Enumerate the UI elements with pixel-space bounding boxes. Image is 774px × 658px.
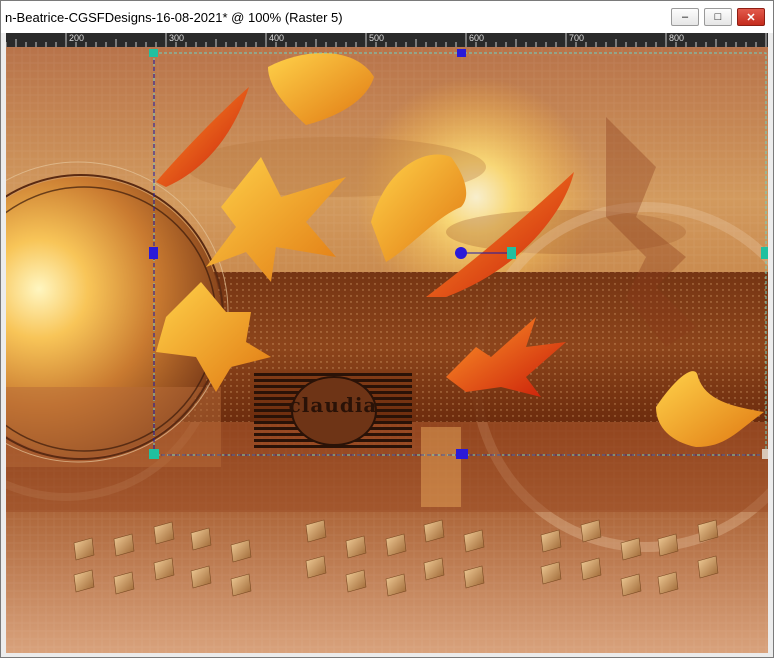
maximize-icon: □ — [714, 11, 722, 23]
ruler-ticks — [6, 33, 767, 47]
minimize-icon: – — [681, 11, 689, 23]
ruler-label: 200 — [69, 33, 85, 43]
window-title: n-Beatrice-CGSFDesigns-16-08-2021* @ 100… — [5, 10, 343, 25]
horizontal-scrollbar[interactable] — [1, 653, 773, 657]
ruler-label: 300 — [169, 33, 185, 43]
ruler-label: 600 — [469, 33, 485, 43]
ruler-label: 500 — [369, 33, 385, 43]
image-window: n-Beatrice-CGSFDesigns-16-08-2021* @ 100… — [0, 0, 774, 658]
close-icon: ✕ — [746, 11, 756, 24]
title-bar[interactable]: n-Beatrice-CGSFDesigns-16-08-2021* @ 100… — [1, 1, 773, 33]
maximize-button[interactable]: □ — [704, 8, 732, 26]
ruler-label: 800 — [669, 33, 685, 43]
watermark-text: claudia — [288, 393, 378, 417]
image-canvas[interactable]: claudia — [6, 47, 768, 653]
ruler-label: 700 — [569, 33, 585, 43]
close-button[interactable]: ✕ — [737, 8, 765, 26]
minimize-button[interactable]: – — [671, 8, 699, 26]
watermark-logo: claudia — [254, 373, 412, 451]
horizontal-ruler[interactable]: 200 300 400 500 600 700 800 — [6, 33, 768, 47]
ruler-label: 400 — [269, 33, 285, 43]
vertical-scrollbar[interactable] — [768, 33, 773, 653]
artwork — [6, 47, 768, 653]
